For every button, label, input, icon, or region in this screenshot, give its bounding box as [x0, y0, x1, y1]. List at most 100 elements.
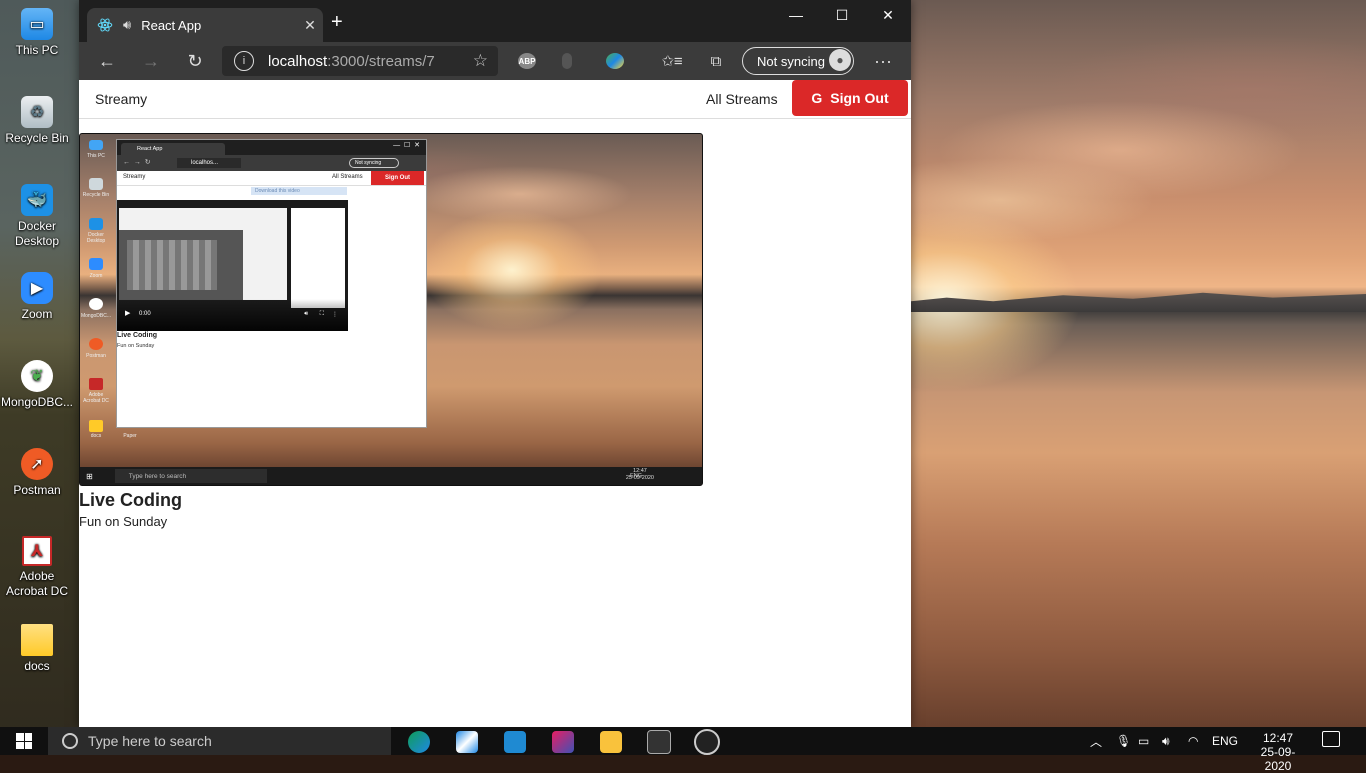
video-nested-play-icon: ▶: [125, 310, 131, 317]
stream-description: Fun on Sunday: [79, 514, 168, 529]
taskbar-vscode[interactable]: [491, 729, 539, 755]
language-indicator[interactable]: ENG: [1212, 727, 1238, 755]
tray-chevron-icon[interactable]: ︿: [1090, 727, 1102, 755]
all-streams-link[interactable]: All Streams: [706, 91, 778, 107]
video-desktop-icon: [89, 258, 103, 270]
url-text[interactable]: localhost:3000/streams/7: [268, 53, 435, 70]
video-desktop-icon: [89, 378, 103, 390]
desktop-icon-postman[interactable]: ➚ Postman: [0, 448, 74, 498]
obs-icon: [694, 729, 720, 755]
windows-logo-icon: [16, 733, 32, 749]
video-nested-controls: ▶ 0:00 🔊︎ ⛶ ⋮: [117, 299, 348, 331]
start-button[interactable]: [0, 727, 48, 755]
video-nested-tab: React App: [121, 143, 225, 155]
forward-icon[interactable]: →: [129, 51, 173, 72]
desktop-icon-recycle-bin[interactable]: ♻ Recycle Bin: [0, 96, 74, 146]
colorful-extension-icon[interactable]: [606, 53, 624, 69]
video-desktop-label: Zoom: [89, 273, 103, 279]
sync-profile-button[interactable]: Not syncing ●: [742, 47, 854, 75]
video-nested-window-controls: — ☐ ✕: [393, 142, 420, 149]
desktop-icon-docker[interactable]: 🐳 Docker Desktop: [0, 184, 74, 249]
video-desktop-label: MongoDBC...: [80, 313, 111, 319]
browser-tab[interactable]: 🔊︎ React App ✕: [87, 8, 323, 42]
react-icon: [97, 18, 113, 32]
favorite-star-icon[interactable]: ☆: [473, 51, 488, 71]
maximize-icon[interactable]: ☐: [819, 0, 865, 30]
taskbar-obs[interactable]: [683, 729, 731, 755]
notification-icon[interactable]: [1322, 731, 1340, 747]
desktop-icon-label: Adobe Acrobat DC: [5, 569, 69, 598]
refresh-icon[interactable]: ↻: [173, 51, 217, 72]
video-nested-inner-frame-3: [127, 240, 217, 290]
profile-avatar-icon: ●: [829, 49, 851, 71]
vscode-icon: [504, 731, 526, 753]
brand-link[interactable]: Streamy: [95, 91, 147, 107]
python-icon: [456, 731, 478, 753]
video-nested-player: ▶ 0:00 🔊︎ ⛶ ⋮: [117, 200, 348, 331]
video-nested-fullscreen-icon: ⛶: [319, 311, 324, 317]
video-nested-sync: Not syncing: [349, 158, 399, 168]
desktop-icon-zoom[interactable]: ▶ Zoom: [0, 272, 74, 322]
folder-icon: [21, 624, 53, 656]
video-desktop-icon: [89, 218, 103, 230]
video-nested-sign-out: Sign Out: [371, 171, 424, 185]
video-desktop-label: Recycle Bin: [82, 192, 110, 198]
taskbar-file-explorer[interactable]: [587, 729, 635, 755]
volume-icon[interactable]: 🔊︎: [1162, 727, 1170, 755]
microphone-icon[interactable]: 🎙︎: [1116, 727, 1131, 755]
video-nested-volume-icon: 🔊︎: [304, 311, 308, 317]
desktop-icon-acrobat[interactable]: ⅄ Adobe Acrobat DC: [0, 536, 74, 599]
video-nested-time: 0:00: [139, 311, 151, 317]
video-nested-browser: React App — ☐ ✕ ← → ↻ localhos... Not sy…: [116, 139, 427, 428]
taskbar-app-python[interactable]: [443, 729, 491, 755]
battery-icon[interactable]: ▭: [1138, 727, 1149, 755]
favorites-icon[interactable]: ✩≡: [650, 52, 694, 70]
stream-title: Live Coding: [79, 490, 182, 510]
taskbar-clock[interactable]: 12:47 25-09-2020: [1250, 731, 1306, 773]
sync-label: Not syncing: [757, 53, 825, 69]
taskbar-edge[interactable]: [395, 729, 443, 755]
video-nested-stream-description: Fun on Sunday: [117, 343, 155, 349]
video-desktop-icon: [89, 420, 103, 432]
video-nested-titlebar: React App — ☐ ✕: [117, 140, 426, 155]
desktop-icon-label: Recycle Bin: [5, 131, 69, 145]
collections-icon[interactable]: ⧉: [694, 53, 738, 70]
desktop-icon-mongodb[interactable]: ❦ MongoDBC...: [0, 360, 74, 410]
back-icon[interactable]: ←: [85, 51, 129, 72]
video-player[interactable]: This PC Recycle Bin Docker Desktop Zoom …: [79, 133, 703, 486]
taskbar-date: 25-09-2020: [1260, 745, 1296, 773]
video-nested-start-icon: ⊞: [86, 471, 93, 481]
docker-icon: 🐳: [21, 184, 53, 216]
video-nested-all-streams: All Streams: [332, 174, 363, 180]
minimize-icon[interactable]: —: [773, 0, 819, 30]
desktop-icon-label: This PC: [15, 43, 59, 57]
new-tab-button[interactable]: +: [331, 12, 343, 32]
video-nested-clock: 12:47 25-09-2020: [626, 468, 654, 482]
site-info-icon[interactable]: i: [234, 51, 254, 71]
windows-taskbar: Type here to search ︿ 🎙︎ ▭ 🔊︎ ◠ ENG 12:4…: [0, 727, 1366, 773]
wallpaper-hills: [900, 292, 1366, 312]
taskbar-time: 12:47: [1262, 731, 1294, 745]
extension-icon[interactable]: [562, 53, 572, 69]
adblock-extension-icon[interactable]: ABP: [518, 53, 536, 69]
video-nested-time-text: 12:47: [633, 468, 647, 474]
desktop-icon-label: MongoDBC...: [0, 395, 74, 409]
app-navbar: Streamy All Streams G Sign Out: [79, 80, 911, 119]
computer-icon: ▭: [21, 8, 53, 40]
close-tab-icon[interactable]: ✕: [297, 17, 323, 34]
recycle-bin-icon: ♻: [21, 96, 53, 128]
acrobat-icon: ⅄: [22, 536, 52, 566]
intellij-icon: [552, 731, 574, 753]
close-window-icon[interactable]: ✕: [865, 0, 911, 30]
desktop-icon-docs[interactable]: docs: [0, 624, 74, 674]
sign-out-button[interactable]: G Sign Out: [792, 80, 908, 116]
taskbar-intellij[interactable]: [539, 729, 587, 755]
audio-playing-icon[interactable]: 🔊︎: [123, 17, 131, 33]
desktop-icon-this-pc[interactable]: ▭ This PC: [0, 8, 74, 58]
desktop-icon-label: Zoom: [21, 307, 53, 321]
more-menu-icon[interactable]: ···: [861, 51, 905, 72]
address-bar[interactable]: i localhost:3000/streams/7 ☆: [222, 46, 498, 76]
taskbar-search[interactable]: Type here to search: [48, 727, 391, 755]
wifi-icon[interactable]: ◠: [1188, 727, 1198, 755]
taskbar-terminal[interactable]: [635, 729, 683, 755]
